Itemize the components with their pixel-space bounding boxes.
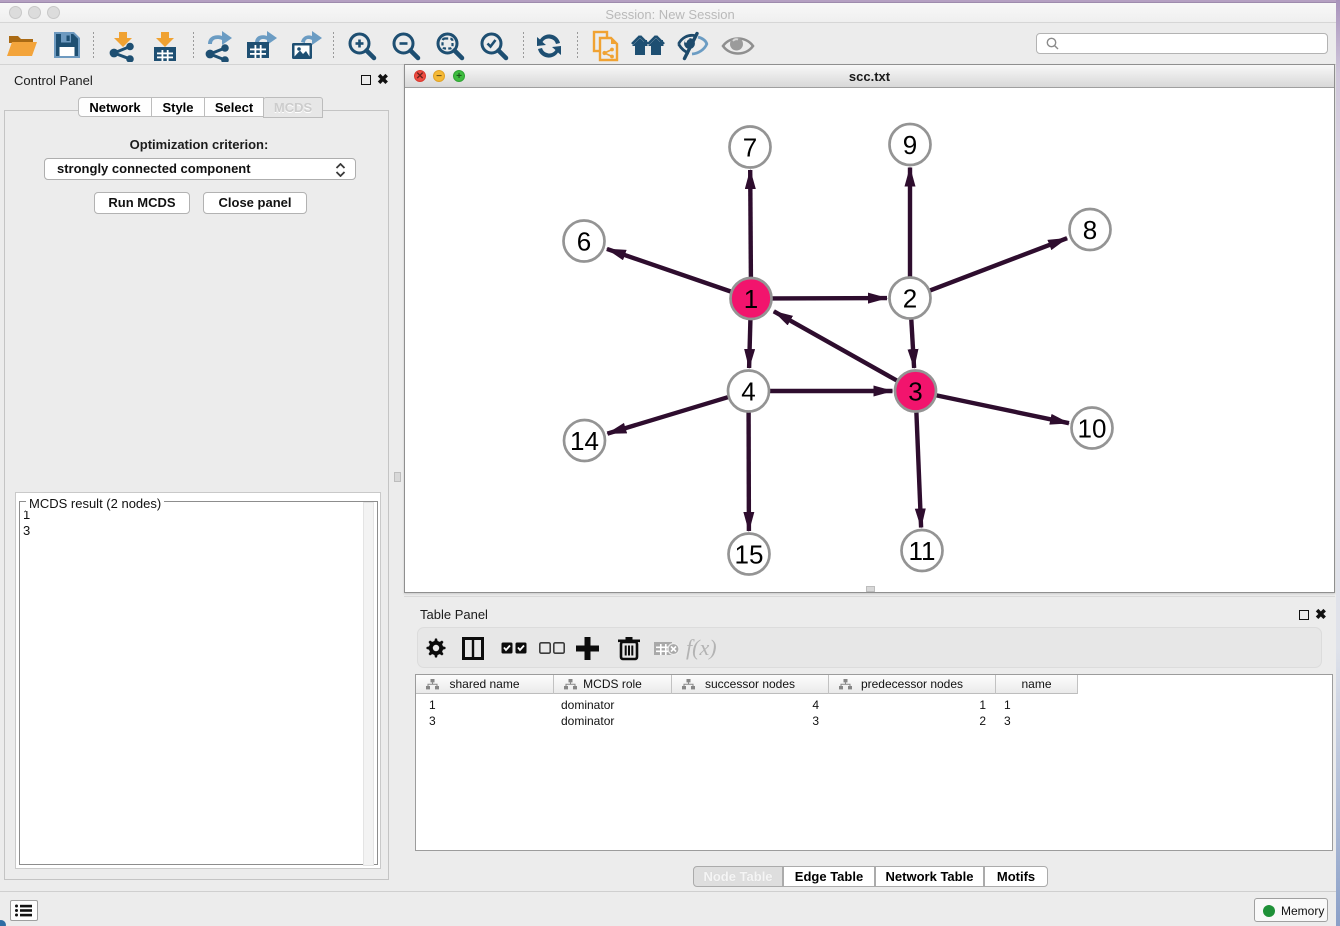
- svg-text:8: 8: [1083, 215, 1097, 245]
- svg-text:11: 11: [909, 536, 936, 566]
- svg-text:14: 14: [570, 426, 599, 456]
- svg-text:10: 10: [1078, 414, 1107, 444]
- svg-text:7: 7: [743, 133, 757, 163]
- svg-text:3: 3: [908, 377, 922, 407]
- svg-text:4: 4: [741, 377, 755, 407]
- svg-text:6: 6: [577, 227, 591, 257]
- svg-text:15: 15: [735, 540, 764, 570]
- svg-text:1: 1: [744, 284, 758, 314]
- svg-text:9: 9: [903, 130, 917, 160]
- svg-text:2: 2: [903, 284, 917, 314]
